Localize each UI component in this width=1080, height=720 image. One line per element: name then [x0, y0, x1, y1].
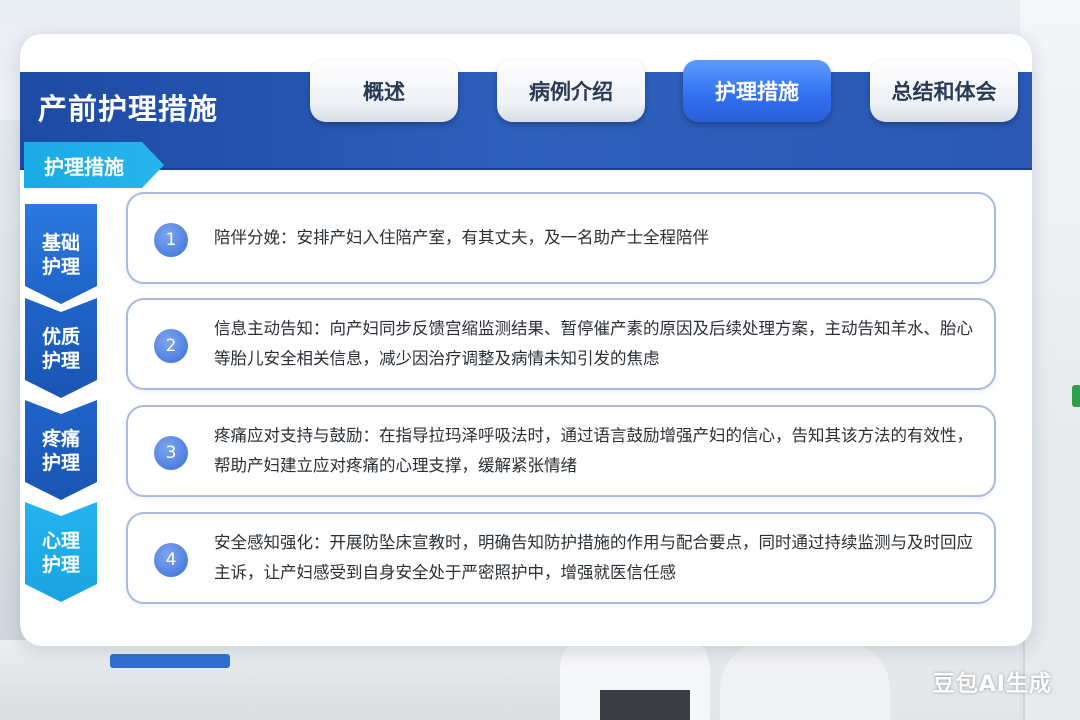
background-dark-object — [600, 690, 690, 720]
category-label-basic: 基础 护理 — [25, 204, 97, 304]
slide-panel: 产前护理措施 概述 病例介绍 护理措施 总结和体会 护理措施 基础 护理 优质 护理… — [20, 34, 1032, 646]
category-label-psychological: 心理 护理 — [25, 502, 97, 602]
page-title: 产前护理措施 — [38, 92, 219, 126]
measure-text: 信息主动告知：向产妇同步反馈宫缩监测结果、暂停催产素的原因及后续处理方案，主动告… — [214, 319, 973, 368]
background-lab-coat — [720, 640, 890, 720]
ai-watermark: 豆包AI生成 — [932, 672, 1052, 697]
measure-card: 3 疼痛应对支持与鼓励：在指导拉玛泽呼吸法时，通过语言鼓励增强产妇的信心，告知其… — [126, 405, 996, 497]
category-label-quality: 优质 护理 — [25, 298, 97, 398]
step-number-badge: 3 — [154, 436, 188, 470]
category-text: 基础 护理 — [41, 232, 80, 278]
category-text: 优质 护理 — [41, 326, 80, 372]
step-number-badge: 2 — [154, 329, 188, 363]
tab-nursing-measures[interactable]: 护理措施 — [683, 60, 831, 122]
background-green-object — [1072, 385, 1080, 407]
tab-overview[interactable]: 概述 — [310, 60, 458, 122]
section-tag: 护理措施 — [24, 142, 164, 188]
category-text: 心理 护理 — [41, 530, 80, 576]
measure-text: 安全感知强化：开展防坠床宣教时，明确告知防护措施的作用与配合要点，同时通过持续监… — [214, 533, 973, 582]
measure-card: 1 陪伴分娩：安排产妇入住陪产室，有其丈夫，及一名助产士全程陪伴 — [126, 192, 996, 284]
step-number-badge: 1 — [154, 223, 188, 257]
step-number-badge: 4 — [154, 543, 188, 577]
background-bench — [0, 640, 600, 720]
measure-card: 2 信息主动告知：向产妇同步反馈宫缩监测结果、暂停催产素的原因及后续处理方案，主… — [126, 298, 996, 390]
tab-case-introduction[interactable]: 病例介绍 — [497, 60, 645, 122]
category-text: 疼痛 护理 — [41, 428, 80, 474]
tab-summary[interactable]: 总结和体会 — [870, 60, 1018, 122]
measure-text: 陪伴分娩：安排产妇入住陪产室，有其丈夫，及一名助产士全程陪伴 — [214, 228, 709, 247]
background-blue-tray — [110, 654, 230, 668]
measure-text: 疼痛应对支持与鼓励：在指导拉玛泽呼吸法时，通过语言鼓励增强产妇的信心，告知其该方… — [214, 426, 973, 475]
measure-card: 4 安全感知强化：开展防坠床宣教时，明确告知防护措施的作用与配合要点，同时通过持… — [126, 512, 996, 604]
category-label-pain: 疼痛 护理 — [25, 400, 97, 500]
